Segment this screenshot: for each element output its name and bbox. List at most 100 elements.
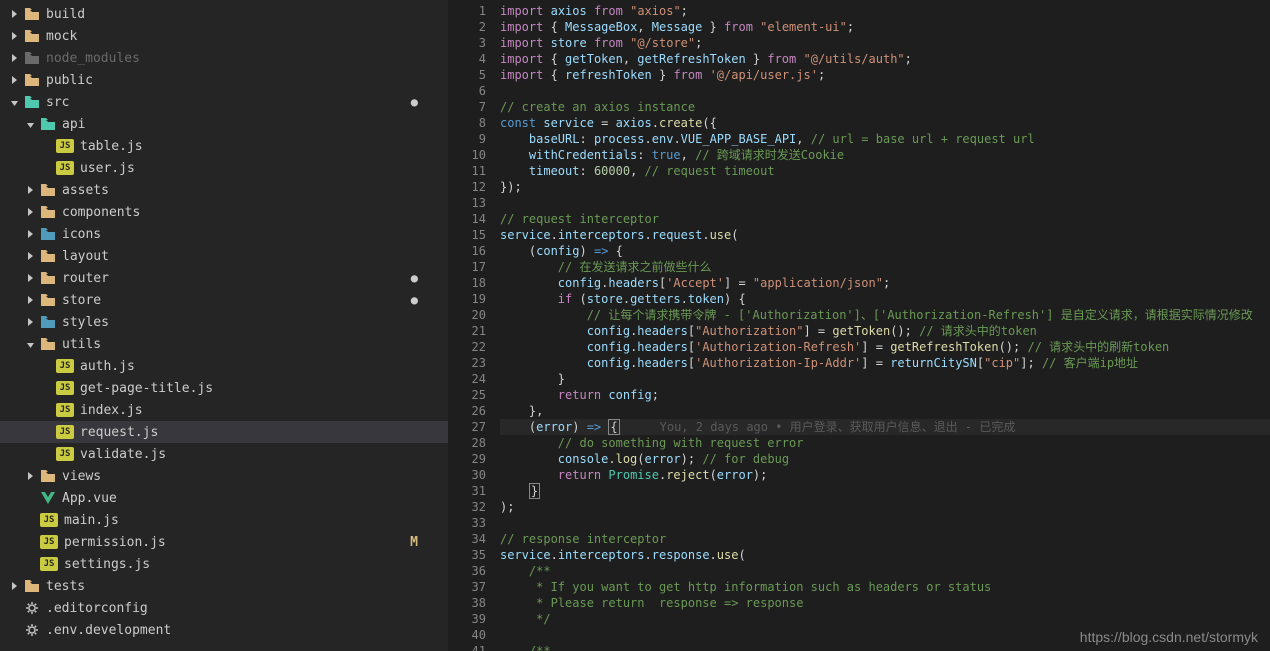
line-number: 25 <box>448 387 486 403</box>
code-line[interactable]: withCredentials: true, // 跨域请求时发送Cookie <box>500 147 1270 163</box>
js-file-icon: JS <box>56 403 74 417</box>
tree-item-label: icons <box>62 227 101 242</box>
tree-item-label: layout <box>62 249 109 264</box>
line-number: 41 <box>448 643 486 651</box>
code-area[interactable]: import axios from "axios";import { Messa… <box>500 0 1270 651</box>
tree-item-build[interactable]: build <box>0 3 448 25</box>
line-number: 39 <box>448 611 486 627</box>
vue-file-icon <box>40 490 56 506</box>
code-line[interactable]: }); <box>500 179 1270 195</box>
code-line[interactable]: * If you want to get http information su… <box>500 579 1270 595</box>
tree-item-permission-js[interactable]: JSpermission.jsM <box>0 531 448 553</box>
tree-item-api[interactable]: api <box>0 113 448 135</box>
gear-icon <box>24 600 40 616</box>
line-number: 9 <box>448 131 486 147</box>
code-line[interactable] <box>500 195 1270 211</box>
tree-item-request-js[interactable]: JSrequest.js <box>0 421 448 443</box>
tree-item-src[interactable]: src● <box>0 91 448 113</box>
tree-item-label: assets <box>62 183 109 198</box>
tree-item-label: src <box>46 95 69 110</box>
tree-item-node-modules[interactable]: node_modules <box>0 47 448 69</box>
tree-item--env-development[interactable]: .env.development <box>0 619 448 641</box>
code-line[interactable]: } <box>500 483 1270 499</box>
tree-item-index-js[interactable]: JSindex.js <box>0 399 448 421</box>
code-line[interactable]: ); <box>500 499 1270 515</box>
line-number: 33 <box>448 515 486 531</box>
code-line[interactable]: import store from "@/store"; <box>500 35 1270 51</box>
tree-item-get-page-title-js[interactable]: JSget-page-title.js <box>0 377 448 399</box>
code-line[interactable]: * Please return response => response <box>500 595 1270 611</box>
tree-item-auth-js[interactable]: JS auth.js <box>0 355 448 377</box>
code-line[interactable]: return Promise.reject(error); <box>500 467 1270 483</box>
tree-item-icons[interactable]: icons <box>0 223 448 245</box>
tree-item-label: validate.js <box>80 447 166 462</box>
code-line[interactable]: config.headers["Authorization"] = getTok… <box>500 323 1270 339</box>
line-number: 30 <box>448 467 486 483</box>
line-number: 5 <box>448 67 486 83</box>
code-line[interactable]: console.log(error); // for debug <box>500 451 1270 467</box>
code-line[interactable]: config.headers['Authorization-Refresh'] … <box>500 339 1270 355</box>
code-line[interactable]: // request interceptor <box>500 211 1270 227</box>
js-file-icon: JS <box>56 359 74 373</box>
code-line[interactable]: /** <box>500 563 1270 579</box>
code-line[interactable]: if (store.getters.token) { <box>500 291 1270 307</box>
tree-item-main-js[interactable]: JSmain.js <box>0 509 448 531</box>
tree-item-layout[interactable]: layout <box>0 245 448 267</box>
tree-item-user-js[interactable]: JSuser.js <box>0 157 448 179</box>
code-line[interactable]: import { getToken, getRefreshToken } fro… <box>500 51 1270 67</box>
tree-item-validate-js[interactable]: JSvalidate.js <box>0 443 448 465</box>
code-line[interactable]: // do something with request error <box>500 435 1270 451</box>
tree-item-label: permission.js <box>64 535 166 550</box>
tree-item-table-js[interactable]: JStable.js <box>0 135 448 157</box>
code-line[interactable]: const service = axios.create({ <box>500 115 1270 131</box>
code-line[interactable]: return config; <box>500 387 1270 403</box>
tree-item-app-vue[interactable]: App.vue <box>0 487 448 509</box>
code-line[interactable]: import axios from "axios"; <box>500 3 1270 19</box>
code-line[interactable]: timeout: 60000, // request timeout <box>500 163 1270 179</box>
folder-icon <box>24 28 40 44</box>
code-line[interactable]: } <box>500 371 1270 387</box>
code-line[interactable]: (config) => { <box>500 243 1270 259</box>
code-line[interactable]: */ <box>500 611 1270 627</box>
code-line[interactable] <box>500 83 1270 99</box>
code-line[interactable]: // 在发送请求之前做些什么 <box>500 259 1270 275</box>
code-editor[interactable]: 1234567891011121314151617181920212223242… <box>448 0 1270 651</box>
tree-item-mock[interactable]: mock <box>0 25 448 47</box>
code-line[interactable]: service.interceptors.response.use( <box>500 547 1270 563</box>
tree-item-views[interactable]: views <box>0 465 448 487</box>
code-line[interactable]: config.headers['Authorization-Ip-Addr'] … <box>500 355 1270 371</box>
tree-item-store[interactable]: store● <box>0 289 448 311</box>
code-line[interactable]: // 让每个请求携带令牌 - ['Authorization']、['Autho… <box>500 307 1270 323</box>
js-file-icon: JS <box>56 161 74 175</box>
code-line[interactable] <box>500 515 1270 531</box>
file-explorer[interactable]: buildmocknode_modulespublicsrc●apiJStabl… <box>0 0 448 651</box>
code-line[interactable]: service.interceptors.request.use( <box>500 227 1270 243</box>
code-line[interactable]: config.headers['Accept'] = "application/… <box>500 275 1270 291</box>
code-line[interactable]: import { refreshToken } from '@/api/user… <box>500 67 1270 83</box>
tree-item--editorconfig[interactable]: .editorconfig <box>0 597 448 619</box>
line-number: 31 <box>448 483 486 499</box>
tree-item-tests[interactable]: tests <box>0 575 448 597</box>
code-line[interactable]: }, <box>500 403 1270 419</box>
code-line[interactable]: // create an axios instance <box>500 99 1270 115</box>
line-number: 24 <box>448 371 486 387</box>
tree-item-styles[interactable]: styles <box>0 311 448 333</box>
tree-item-router[interactable]: router● <box>0 267 448 289</box>
tree-item-label: auth.js <box>80 359 135 374</box>
tree-item-public[interactable]: public <box>0 69 448 91</box>
tree-item-assets[interactable]: assets <box>0 179 448 201</box>
code-line[interactable]: baseURL: process.env.VUE_APP_BASE_API, /… <box>500 131 1270 147</box>
line-number: 40 <box>448 627 486 643</box>
js-file-icon: JS <box>40 513 58 527</box>
folder-icon <box>24 72 40 88</box>
chevron-down-icon <box>8 96 20 108</box>
tree-item-utils[interactable]: utils <box>0 333 448 355</box>
tree-item-components[interactable]: components <box>0 201 448 223</box>
tree-item-label: components <box>62 205 140 220</box>
tree-item-settings-js[interactable]: JSsettings.js <box>0 553 448 575</box>
code-line[interactable]: // response interceptor <box>500 531 1270 547</box>
tree-item-label: .env.development <box>46 623 171 638</box>
code-line[interactable]: import { MessageBox, Message } from "ele… <box>500 19 1270 35</box>
code-line[interactable]: (error) => {You, 2 days ago • 用户登录、获取用户信… <box>500 419 1270 435</box>
line-number: 18 <box>448 275 486 291</box>
